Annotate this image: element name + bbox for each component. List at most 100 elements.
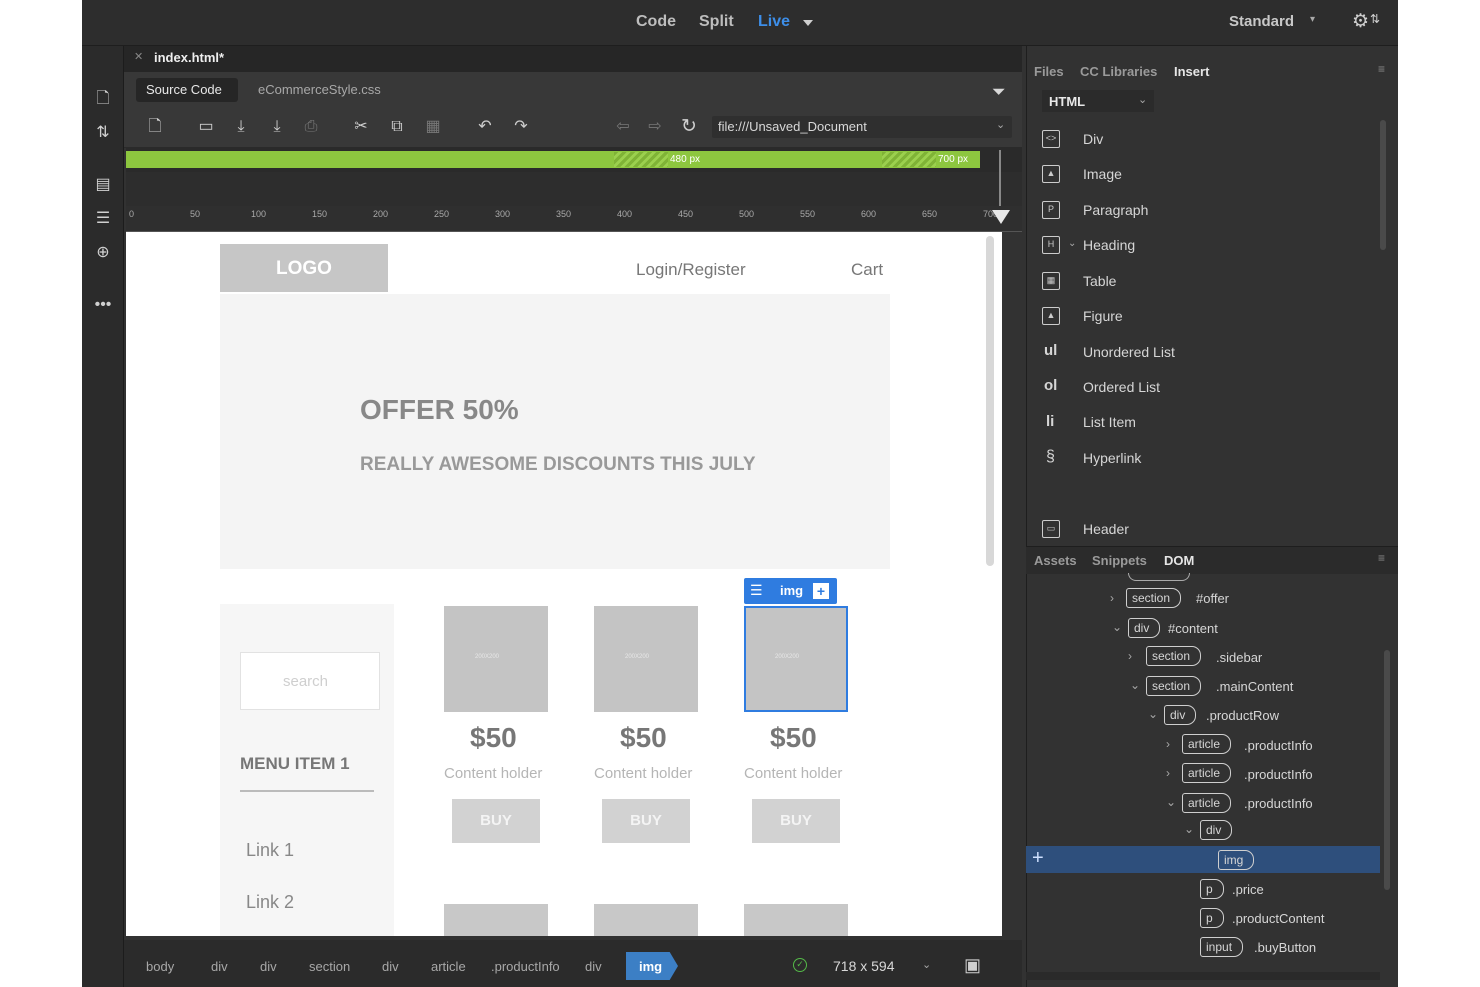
- insert-list-item[interactable]: List Item: [1083, 414, 1136, 430]
- menu-item-1[interactable]: MENU ITEM 1: [240, 754, 350, 774]
- collapse-icon[interactable]: ⌄: [1166, 795, 1176, 809]
- collapse-icon[interactable]: ⌄: [1112, 620, 1122, 634]
- settings-gear-icon[interactable]: ⚙: [1352, 10, 1369, 33]
- redo-icon[interactable]: ↷: [510, 116, 532, 138]
- dom-tab[interactable]: DOM: [1164, 553, 1194, 568]
- forward-icon[interactable]: ⇨: [644, 116, 666, 138]
- dom-tag-div-content[interactable]: div: [1128, 618, 1161, 638]
- insert-tab[interactable]: Insert: [1174, 64, 1209, 79]
- code-view-button[interactable]: Code: [636, 13, 676, 31]
- product-image-5[interactable]: [594, 904, 698, 936]
- crumb-article[interactable]: article: [431, 959, 466, 974]
- file-transfer-icon[interactable]: ⇅: [90, 122, 116, 144]
- product-image-6[interactable]: [744, 904, 848, 936]
- dom-tag-section-maincontent[interactable]: section: [1146, 676, 1202, 696]
- insert-hyperlink[interactable]: Hyperlink: [1083, 450, 1141, 466]
- dom-tag-input-buybutton[interactable]: input: [1200, 937, 1244, 957]
- related-file-tab[interactable]: eCommerceStyle.css: [258, 82, 381, 97]
- copy-icon[interactable]: ⧉: [386, 116, 408, 138]
- print-icon[interactable]: ⎙: [300, 116, 322, 138]
- panel-menu-icon[interactable]: ≡: [1378, 62, 1385, 76]
- collapse-icon[interactable]: ⌄: [1130, 678, 1140, 692]
- heading-expand-icon[interactable]: ⌄: [1068, 238, 1076, 249]
- dom-tag-section-sidebar[interactable]: section: [1146, 646, 1202, 666]
- collapse-icon[interactable]: ⌄: [1184, 822, 1194, 836]
- element-select-icon[interactable]: ⊕: [90, 242, 116, 264]
- close-tab-icon[interactable]: ✕: [134, 50, 143, 63]
- resize-handle-icon[interactable]: [992, 210, 1010, 224]
- insert-table[interactable]: Table: [1083, 273, 1116, 289]
- save-all-icon[interactable]: ⤓: [266, 116, 288, 138]
- inspect-icon[interactable]: ▤: [90, 174, 116, 196]
- filter-icon[interactable]: ⏷: [992, 82, 1006, 102]
- save-icon[interactable]: ⤓: [230, 116, 252, 138]
- expand-icon[interactable]: ›: [1166, 737, 1170, 751]
- assets-tab[interactable]: Assets: [1034, 553, 1077, 568]
- insert-image[interactable]: Image: [1083, 166, 1122, 182]
- expand-icon[interactable]: ›: [1128, 649, 1132, 663]
- dom-panel-menu-icon[interactable]: ≡: [1378, 551, 1385, 565]
- buy-button-2[interactable]: BUY: [602, 799, 690, 843]
- refresh-icon[interactable]: ↻: [678, 116, 700, 138]
- expand-icon[interactable]: ›: [1166, 766, 1170, 780]
- dom-tag-img[interactable]: img: [1218, 850, 1255, 870]
- address-dropdown-icon[interactable]: ⌄: [996, 118, 1005, 131]
- files-tab[interactable]: Files: [1034, 64, 1064, 79]
- canvas-scrollbar[interactable]: [986, 236, 994, 566]
- cart-link[interactable]: Cart: [851, 260, 883, 280]
- insert-panel-scrollbar[interactable]: [1380, 120, 1386, 250]
- paste-icon[interactable]: ▦: [422, 116, 444, 138]
- buy-button-1[interactable]: BUY: [452, 799, 540, 843]
- dom-tag-p-price[interactable]: p: [1200, 879, 1224, 899]
- mq-handle-480[interactable]: [614, 152, 668, 167]
- undo-icon[interactable]: ↶: [474, 116, 496, 138]
- snippets-tab[interactable]: Snippets: [1092, 553, 1147, 568]
- window-size[interactable]: 718 x 594: [833, 958, 895, 974]
- dom-tag-article-3[interactable]: article: [1182, 793, 1232, 813]
- open-documents-icon[interactable]: 🗋: [90, 88, 116, 110]
- buy-button-3[interactable]: BUY: [752, 799, 840, 843]
- hud-add-icon[interactable]: +: [813, 583, 829, 599]
- cut-icon[interactable]: ✂: [350, 116, 372, 138]
- document-tab[interactable]: index.html*: [154, 50, 224, 65]
- dom-tag-div-productrow[interactable]: div: [1164, 705, 1197, 725]
- dom-tag-p-productcontent[interactable]: p: [1200, 908, 1224, 928]
- live-dropdown-icon[interactable]: [803, 20, 813, 26]
- media-query-range[interactable]: [126, 151, 980, 168]
- offer-banner[interactable]: [220, 294, 890, 569]
- login-register-link[interactable]: Login/Register: [636, 260, 746, 280]
- insert-div[interactable]: Div: [1083, 131, 1103, 147]
- preview-device-icon[interactable]: ▣: [964, 955, 981, 976]
- cc-libraries-tab[interactable]: CC Libraries: [1080, 64, 1157, 79]
- collapse-icon[interactable]: ⌄: [1148, 707, 1158, 721]
- dom-tag-div-inner[interactable]: div: [1200, 820, 1233, 840]
- sidebar-link-2[interactable]: Link 2: [246, 892, 294, 913]
- hud-menu-icon[interactable]: ☰: [750, 582, 763, 599]
- crumb-div-4[interactable]: div: [585, 959, 602, 974]
- format-source-icon[interactable]: ☰: [90, 208, 116, 230]
- crumb-div-2[interactable]: div: [260, 959, 277, 974]
- dom-tag-article-1[interactable]: article: [1182, 734, 1232, 754]
- open-folder-icon[interactable]: ▭: [195, 116, 217, 138]
- mq-handle-700[interactable]: [882, 152, 936, 167]
- split-view-button[interactable]: Split: [699, 13, 734, 31]
- expand-icon[interactable]: ›: [1110, 591, 1114, 605]
- dom-tag-section-offer[interactable]: section: [1126, 588, 1182, 608]
- insert-ordered-list[interactable]: Ordered List: [1083, 379, 1160, 395]
- insert-paragraph[interactable]: Paragraph: [1083, 202, 1148, 218]
- window-size-dropdown-icon[interactable]: ⌄: [922, 958, 931, 971]
- more-tools-icon[interactable]: •••: [90, 294, 116, 316]
- workspace-switcher[interactable]: Standard: [1229, 13, 1294, 30]
- sync-icon[interactable]: ⇅: [1370, 12, 1380, 26]
- dom-row-selected[interactable]: [1026, 846, 1380, 873]
- back-icon[interactable]: ⇦: [612, 116, 634, 138]
- insert-figure[interactable]: Figure: [1083, 308, 1123, 324]
- insert-unordered-list[interactable]: Unordered List: [1083, 344, 1175, 360]
- product-image-4[interactable]: [444, 904, 548, 936]
- dom-panel-scrollbar[interactable]: [1384, 650, 1390, 890]
- dom-add-icon[interactable]: +: [1032, 847, 1044, 870]
- crumb-div-3[interactable]: div: [382, 959, 399, 974]
- crumb-div-1[interactable]: div: [211, 959, 228, 974]
- crumb-section[interactable]: section: [309, 959, 350, 974]
- insert-header[interactable]: Header: [1083, 521, 1129, 537]
